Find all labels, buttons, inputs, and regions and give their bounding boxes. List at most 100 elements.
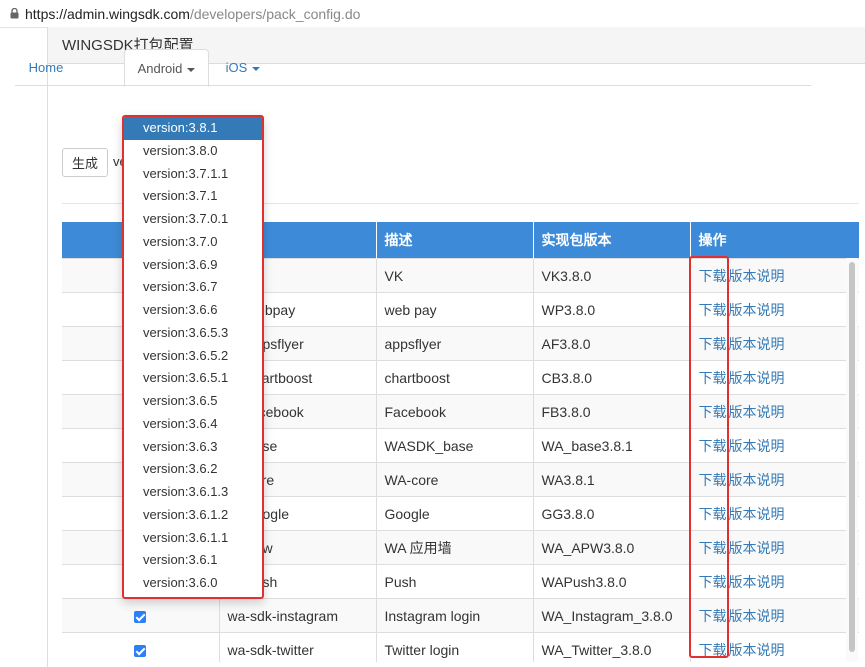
download-link[interactable]: 下载 bbox=[699, 506, 727, 522]
version-option[interactable]: version:3.7.1 bbox=[124, 185, 262, 208]
generate-button[interactable]: 生成 bbox=[62, 148, 108, 177]
version-option[interactable]: version:3.6.5.2 bbox=[124, 345, 262, 368]
version-option[interactable]: version:3.6.9 bbox=[124, 254, 262, 277]
table-row: wa-sdk-twitter Twitter login WA_Twitter_3.… bbox=[62, 632, 859, 662]
download-link[interactable]: 下载 bbox=[699, 302, 727, 318]
version-option[interactable]: version:3.6.1.1 bbox=[124, 527, 262, 550]
release-notes-link[interactable]: 版本说明 bbox=[729, 404, 785, 420]
url-host: https://admin.wingsdk.com bbox=[25, 5, 190, 22]
chevron-down-icon bbox=[187, 67, 196, 72]
release-notes-link[interactable]: 版本说明 bbox=[729, 438, 785, 454]
version-cell: WP3.8.0 bbox=[533, 292, 691, 327]
download-link[interactable]: 下载 bbox=[699, 268, 727, 284]
actions-cell: 下载 版本说明 bbox=[690, 258, 859, 293]
version-option[interactable]: version:3.6.5.1 bbox=[124, 367, 262, 390]
release-notes-link[interactable]: 版本说明 bbox=[729, 506, 785, 522]
download-link[interactable]: 下载 bbox=[699, 574, 727, 590]
download-link[interactable]: 下载 bbox=[699, 608, 727, 624]
column-header-description[interactable]: 描述 bbox=[376, 222, 534, 259]
release-notes-link[interactable]: 版本说明 bbox=[729, 608, 785, 624]
tab-android[interactable]: Android bbox=[124, 49, 209, 87]
download-link[interactable]: 下载 bbox=[699, 472, 727, 488]
release-notes-link[interactable]: 版本说明 bbox=[729, 268, 785, 284]
version-option[interactable]: version:3.6.6 bbox=[124, 299, 262, 322]
version-option[interactable]: version:3.6.1 bbox=[124, 549, 262, 572]
table-scrollbar[interactable] bbox=[846, 258, 858, 662]
version-option[interactable]: version:3.7.1.1 bbox=[124, 163, 262, 186]
version-option[interactable]: version:3.6.0 bbox=[124, 572, 262, 595]
actions-cell: 下载 版本说明 bbox=[690, 632, 859, 662]
version-cell: WA_Instagram_3.8.0 bbox=[533, 598, 691, 633]
actions-cell: 下载 版本说明 bbox=[690, 360, 859, 395]
checkbox-checked[interactable] bbox=[134, 644, 147, 657]
version-option[interactable]: version:3.6.5.3 bbox=[124, 322, 262, 345]
description-cell: WA 应用墙 bbox=[376, 530, 534, 565]
description-cell: chartboost bbox=[376, 360, 534, 395]
tab-ios-label: iOS bbox=[225, 60, 248, 75]
package-name-cell: wa-sdk-twitter bbox=[219, 632, 377, 662]
version-option[interactable]: version:3.6.4 bbox=[124, 413, 262, 436]
actions-cell: 下载 版本说明 bbox=[690, 530, 859, 565]
description-cell: Google bbox=[376, 496, 534, 531]
version-cell: VK3.8.0 bbox=[533, 258, 691, 293]
release-notes-link[interactable]: 版本说明 bbox=[729, 540, 785, 556]
description-cell: VK bbox=[376, 258, 534, 293]
description-cell: web pay bbox=[376, 292, 534, 327]
tab-home-label: Home bbox=[28, 60, 64, 75]
description-cell: Facebook bbox=[376, 394, 534, 429]
description-cell: WASDK_base bbox=[376, 428, 534, 463]
release-notes-link[interactable]: 版本说明 bbox=[729, 574, 785, 590]
checkbox-checked[interactable] bbox=[134, 610, 147, 623]
version-option[interactable]: version:3.8.1 bbox=[124, 117, 262, 140]
version-option[interactable]: version:3.7.0 bbox=[124, 231, 262, 254]
download-link[interactable]: 下载 bbox=[699, 404, 727, 420]
download-link[interactable]: 下载 bbox=[699, 438, 727, 454]
actions-cell: 下载 版本说明 bbox=[690, 496, 859, 531]
release-notes-link[interactable]: 版本说明 bbox=[729, 472, 785, 488]
version-option[interactable]: version:3.7.0.1 bbox=[124, 208, 262, 231]
tab-ios[interactable]: iOS bbox=[217, 49, 269, 86]
version-cell: WA_base3.8.1 bbox=[533, 428, 691, 463]
version-option[interactable]: version:3.6.7 bbox=[124, 276, 262, 299]
scrollbar-thumb[interactable] bbox=[849, 262, 855, 652]
version-cell: WAPush3.8.0 bbox=[533, 564, 691, 599]
chevron-down-icon bbox=[252, 66, 261, 71]
description-cell: WA-core bbox=[376, 462, 534, 497]
row-select-cell[interactable] bbox=[62, 632, 220, 662]
tabs-divider bbox=[15, 85, 811, 86]
release-notes-link[interactable]: 版本说明 bbox=[729, 370, 785, 386]
version-dropdown[interactable]: version:3.8.1 version:3.8.0 version:3.7.1.… bbox=[122, 115, 264, 599]
version-option[interactable]: version:3.6.1.2 bbox=[124, 504, 262, 527]
version-cell: FB3.8.0 bbox=[533, 394, 691, 429]
actions-cell: 下载 版本说明 bbox=[690, 428, 859, 463]
release-notes-link[interactable]: 版本说明 bbox=[729, 302, 785, 318]
download-link[interactable]: 下载 bbox=[699, 642, 727, 658]
download-link[interactable]: 下载 bbox=[699, 370, 727, 386]
actions-cell: 下载 版本说明 bbox=[690, 326, 859, 361]
description-cell: Instagram login bbox=[376, 598, 534, 633]
table-row: wa-sdk-instagram Instagram login WA_Instag… bbox=[62, 598, 859, 633]
version-cell: WA_Twitter_3.8.0 bbox=[533, 632, 691, 662]
actions-cell: 下载 版本说明 bbox=[690, 462, 859, 497]
download-link[interactable]: 下载 bbox=[699, 540, 727, 556]
description-cell: Twitter login bbox=[376, 632, 534, 662]
version-cell: GG3.8.0 bbox=[533, 496, 691, 531]
package-name-cell: wa-sdk-instagram bbox=[219, 598, 377, 633]
tab-home[interactable]: Home bbox=[15, 49, 77, 86]
version-option[interactable]: version:3.8.0 bbox=[124, 140, 262, 163]
column-header-version[interactable]: 实现包版本 bbox=[533, 222, 691, 259]
release-notes-link[interactable]: 版本说明 bbox=[729, 336, 785, 352]
version-option[interactable]: version:3.6.2 bbox=[124, 458, 262, 481]
address-bar[interactable]: https://admin.wingsdk.com/developers/pac… bbox=[0, 0, 865, 28]
release-notes-link[interactable]: 版本说明 bbox=[729, 642, 785, 658]
version-option[interactable]: version:3.6.3 bbox=[124, 436, 262, 459]
column-header-actions: 操作 bbox=[690, 222, 859, 259]
version-cell: WA3.8.1 bbox=[533, 462, 691, 497]
actions-cell: 下载 版本说明 bbox=[690, 292, 859, 327]
version-option[interactable]: version:3.6.5 bbox=[124, 390, 262, 413]
description-cell: appsflyer bbox=[376, 326, 534, 361]
version-option[interactable]: version:3.6.1.3 bbox=[124, 481, 262, 504]
download-link[interactable]: 下载 bbox=[699, 336, 727, 352]
actions-cell: 下载 版本说明 bbox=[690, 394, 859, 429]
row-select-cell[interactable] bbox=[62, 598, 220, 633]
